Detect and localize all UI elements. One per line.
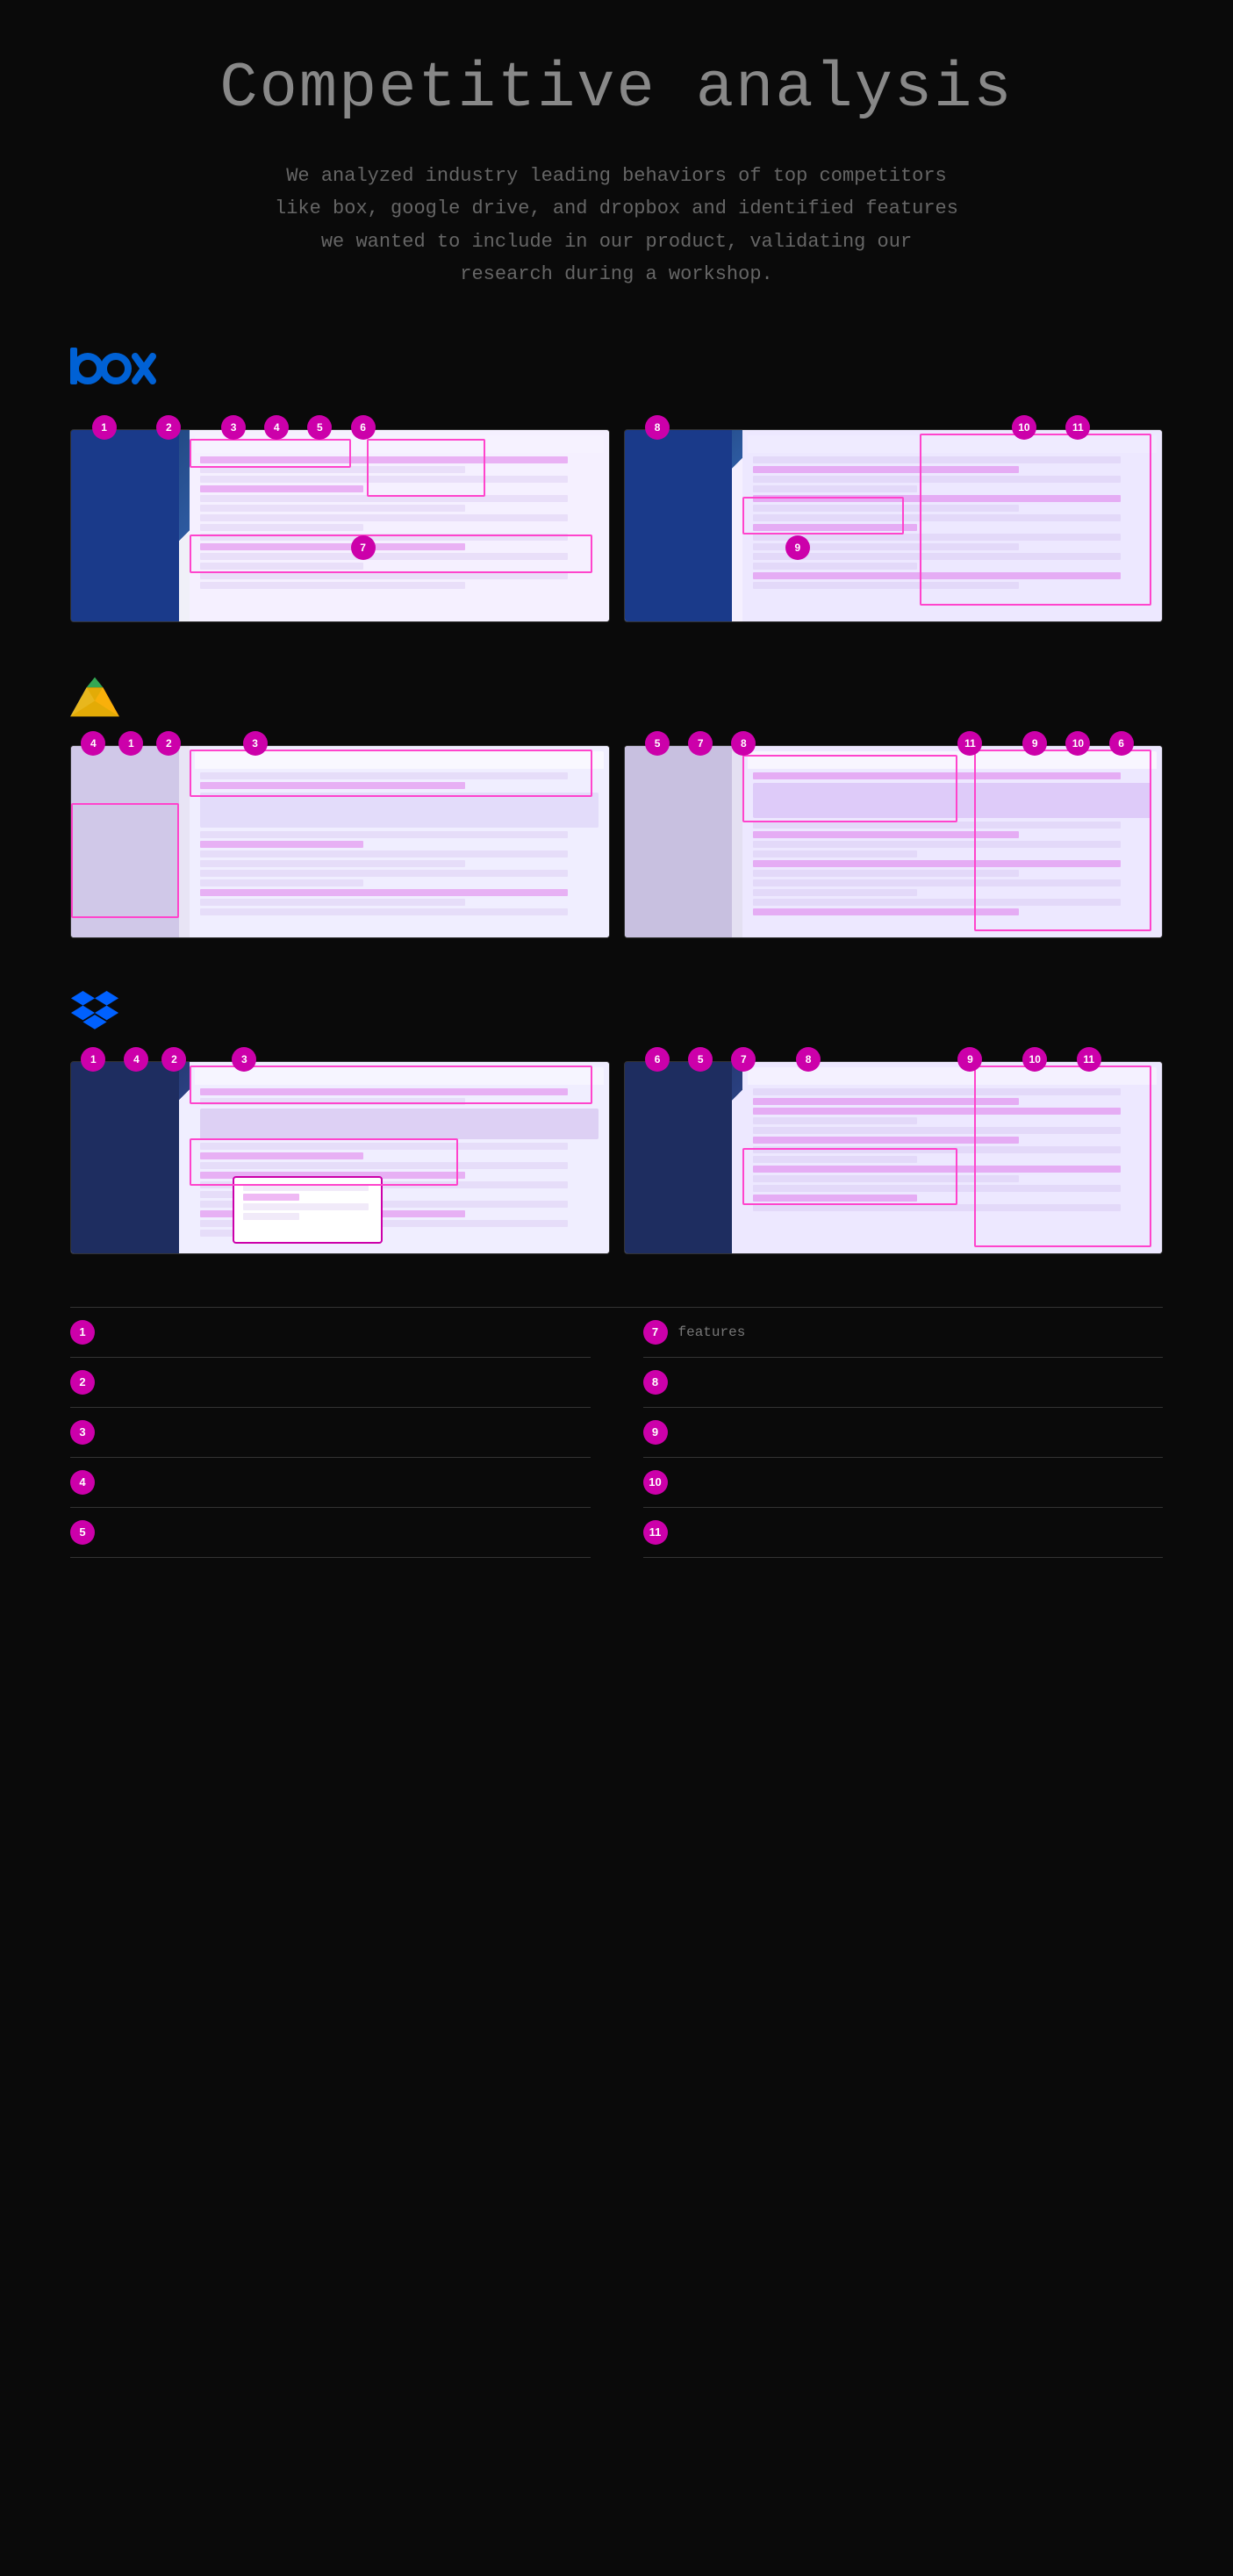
gdrive-logo [70,675,119,719]
legend-columns: 1 2 3 4 5 [70,1308,1163,1558]
box-screen-img-1 [70,429,610,622]
badge-7: 7 [351,535,376,560]
badge-9: 9 [957,1047,982,1072]
badge-10: 10 [1022,1047,1047,1072]
badge-1: 1 [118,731,143,756]
legend-section: 1 2 3 4 5 [70,1307,1163,1558]
gdrive-screen-img-2 [624,745,1164,938]
badge-3: 3 [243,731,268,756]
gdrive-screenshot-2: 5 7 8 11 9 10 6 [624,745,1164,938]
badge-1: 1 [92,415,117,440]
badge-4: 4 [124,1047,148,1072]
badge-1: 1 [81,1047,105,1072]
legend-badge-9: 9 [643,1420,668,1445]
badge-11: 11 [1065,415,1090,440]
badge-10: 10 [1012,415,1036,440]
legend-item-4: 4 [70,1458,591,1508]
badge-3: 3 [232,1047,256,1072]
legend-label-7: features [678,1324,746,1340]
page-container: Competitive analysis We analyzed industr… [0,0,1233,1628]
badge-8: 8 [796,1047,821,1072]
badge-11: 11 [957,731,982,756]
box-screenshots-row: 1 2 3 4 5 6 7 [70,429,1163,622]
page-subtitle: We analyzed industry leading behaviors o… [275,160,959,291]
box-screenshot-2: 8 9 10 11 [624,429,1164,622]
badge-2: 2 [156,415,181,440]
legend-badge-11: 11 [643,1520,668,1545]
badge-7: 7 [731,1047,756,1072]
badge-11: 11 [1077,1047,1101,1072]
badge-4: 4 [264,415,289,440]
legend-badge-4: 4 [70,1470,95,1495]
dropbox-screenshots-row: 1 4 2 3 [70,1061,1163,1254]
gdrive-screenshots-row: 4 1 2 3 [70,745,1163,938]
badge-6: 6 [1109,731,1134,756]
gdrive-screen-img-1 [70,745,610,938]
gdrive-screenshot-1: 4 1 2 3 [70,745,610,938]
badge-2: 2 [161,1047,186,1072]
box-screenshot-1: 1 2 3 4 5 6 7 [70,429,610,622]
legend-item-9: 9 [643,1408,1164,1458]
box-logo [70,344,176,403]
legend-col-right: 7 features 8 9 10 11 [643,1308,1164,1558]
legend-item-3: 3 [70,1408,591,1458]
legend-badge-7: 7 [643,1320,668,1345]
legend-item-5: 5 [70,1508,591,1558]
page-title: Competitive analysis [70,53,1163,125]
gdrive-logo-container [70,675,1163,719]
badge-4: 4 [81,731,105,756]
legend-item-7: 7 features [643,1308,1164,1358]
gdrive-section: 4 1 2 3 [70,675,1163,938]
legend-badge-8: 8 [643,1370,668,1395]
badge-5: 5 [307,415,332,440]
legend-badge-10: 10 [643,1470,668,1495]
badge-3: 3 [221,415,246,440]
badge-9: 9 [1022,731,1047,756]
badge-5: 5 [645,731,670,756]
dropbox-screen-img-2 [624,1061,1164,1254]
legend-badge-5: 5 [70,1520,95,1545]
badge-10: 10 [1065,731,1090,756]
dropbox-logo-container [70,991,1163,1035]
legend-item-2: 2 [70,1358,591,1408]
legend-col-left: 1 2 3 4 5 [70,1308,591,1558]
legend-item-10: 10 [643,1458,1164,1508]
badge-5: 5 [688,1047,713,1072]
legend-item-8: 8 [643,1358,1164,1408]
dropbox-screenshot-2: 6 5 7 8 9 10 11 [624,1061,1164,1254]
legend-badge-1: 1 [70,1320,95,1345]
dropbox-section: 1 4 2 3 [70,991,1163,1254]
badge-7: 7 [688,731,713,756]
legend-badge-3: 3 [70,1420,95,1445]
dropbox-screen-img-1 [70,1061,610,1254]
dropbox-screenshot-1: 1 4 2 3 [70,1061,610,1254]
dropbox-logo [70,991,119,1035]
box-logo-container [70,344,1163,403]
legend-item-11: 11 [643,1508,1164,1558]
box-screen-img-2 [624,429,1164,622]
badge-8: 8 [645,415,670,440]
badge-6: 6 [645,1047,670,1072]
legend-badge-2: 2 [70,1370,95,1395]
badge-2: 2 [156,731,181,756]
badge-9: 9 [785,535,810,560]
legend-item-1: 1 [70,1308,591,1358]
box-section: 1 2 3 4 5 6 7 [70,344,1163,622]
badge-8: 8 [731,731,756,756]
badge-6: 6 [351,415,376,440]
